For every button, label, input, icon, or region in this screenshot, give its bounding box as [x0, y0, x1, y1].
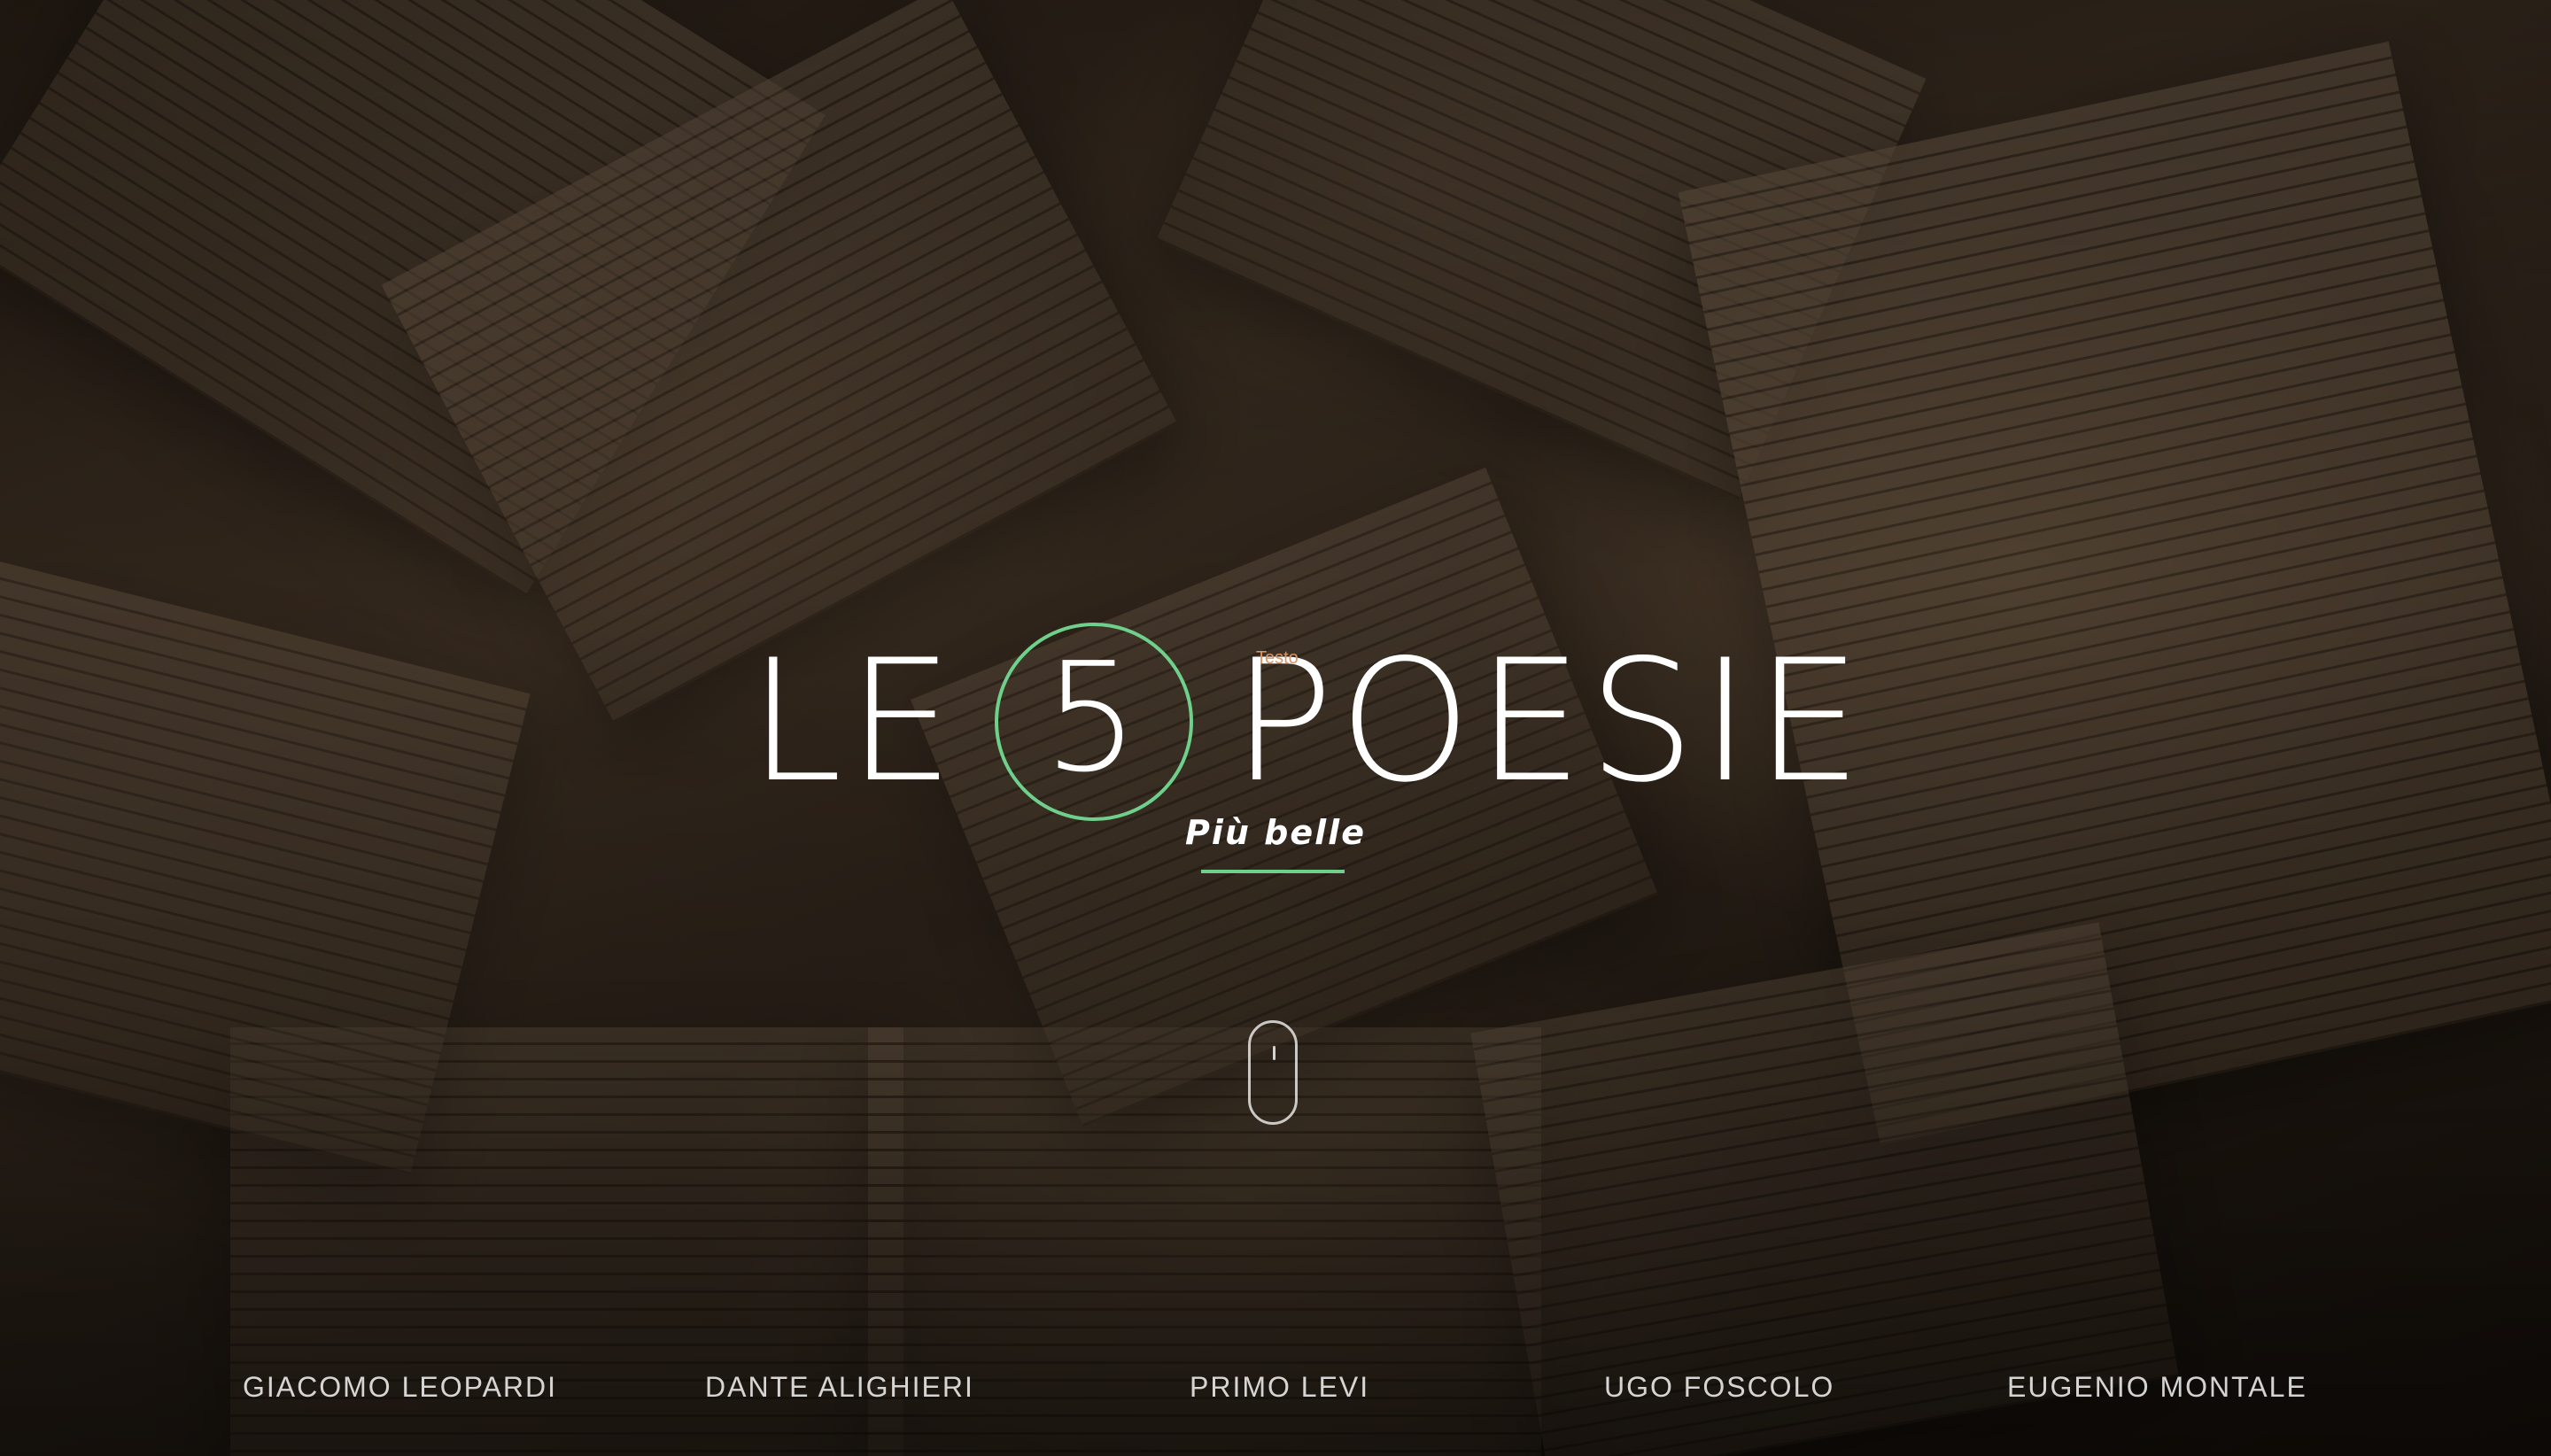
subtitle-underline: [1201, 870, 1345, 873]
nav-link-eugenio-montale[interactable]: EUGENIO MONTALE: [2007, 1371, 2307, 1404]
nav-link-dante-alighieri[interactable]: DANTE ALIGHIERI: [705, 1371, 974, 1404]
title-right: POESIE: [1231, 623, 1867, 819]
nav-link-primo-levi[interactable]: PRIMO LEVI: [1190, 1371, 1369, 1404]
subtitle: Più belle: [1185, 813, 1366, 852]
number-circle-badge: 5: [994, 623, 1193, 821]
mouse-scroll-icon[interactable]: [1248, 1020, 1298, 1125]
title-number: 5: [1043, 631, 1144, 806]
hero-section: LE 5 POESIE Testo Più belle GIACOMO LEOP…: [0, 0, 2551, 1456]
poet-navigation: GIACOMO LEOPARDI DANTE ALIGHIERI PRIMO L…: [0, 1371, 2551, 1421]
nav-link-ugo-foscolo[interactable]: UGO FOSCOLO: [1604, 1371, 1834, 1404]
title-left: LE: [748, 623, 959, 819]
tiny-label: Testo: [1256, 648, 1299, 668]
mouse-wheel-icon: [1273, 1046, 1276, 1060]
nav-link-giacomo-leopardi[interactable]: GIACOMO LEOPARDI: [243, 1371, 557, 1404]
page-title: LE 5 POESIE: [748, 623, 1867, 821]
hero-title-block: LE 5 POESIE Testo Più belle: [0, 585, 2551, 873]
